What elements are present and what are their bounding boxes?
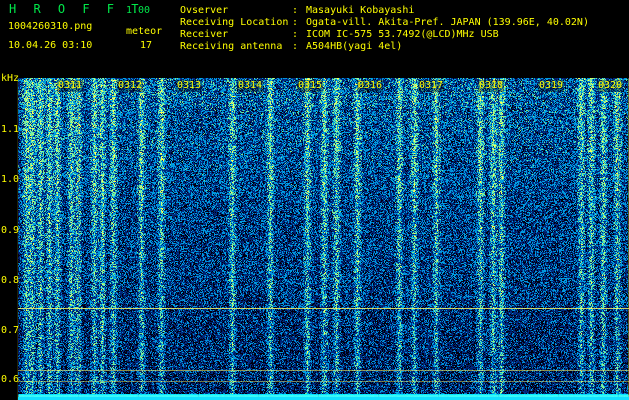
observer-value: Masayuki Kobayashi — [306, 5, 415, 16]
receiver-value: ICOM IC-575 53.7492(@LCD)MHz USB — [306, 29, 499, 40]
x-tick-0312: 0312 — [117, 80, 144, 92]
y-tick-0-7: 0.7 — [1, 325, 20, 336]
observer-label: Ovserver — [180, 5, 229, 16]
y-axis-unit: kHz — [1, 73, 20, 84]
y-tick-0-9: 0.9 — [1, 225, 20, 236]
meteor-label: meteor — [126, 26, 163, 37]
frequency-marker-bottom — [18, 381, 629, 382]
receiver-separator: : — [292, 29, 299, 40]
antenna-label: Receiving antenna — [180, 41, 283, 52]
file-datetime: 10.04.26 03:10 — [8, 40, 93, 51]
frequency-marker-upper — [18, 308, 629, 309]
x-tick-0315: 0315 — [297, 80, 324, 92]
header-panel: H R O F F T 1.00 1004260310.png meteor 1… — [0, 0, 629, 78]
x-tick-0316: 0316 — [357, 80, 384, 92]
x-tick-0314: 0314 — [237, 80, 264, 92]
antenna-separator: : — [292, 41, 299, 52]
x-tick-0319: 0319 — [538, 80, 565, 92]
receiver-label: Receiver — [180, 29, 229, 40]
y-tick-1-0: 1.0 — [1, 174, 20, 185]
file-name: 1004260310.png — [8, 21, 93, 32]
app-version: 1.00 — [126, 5, 151, 16]
x-tick-0311: 0311 — [57, 80, 84, 92]
x-tick-0318: 0318 — [478, 80, 505, 92]
y-tick-0-8: 0.8 — [1, 275, 20, 286]
location-separator: : — [292, 17, 299, 28]
spectrogram-canvas — [18, 78, 629, 400]
y-tick-0-6: 0.6 — [1, 374, 20, 385]
x-tick-0313: 0313 — [176, 80, 203, 92]
x-tick-0317: 0317 — [418, 80, 445, 92]
spectrogram-plot — [18, 78, 629, 400]
observer-separator: : — [292, 5, 299, 16]
frequency-marker-lower — [18, 370, 629, 371]
app-title: H R O F F T — [9, 2, 144, 16]
location-label: Receiving Location — [180, 17, 289, 28]
meteor-count: 17 — [140, 40, 153, 51]
location-value: Ogata-vill. Akita-Pref. JAPAN (139.96E, … — [306, 17, 589, 28]
y-tick-1-1: 1.1 — [1, 124, 20, 135]
x-tick-0320: 0320 — [597, 80, 624, 92]
antenna-value: A504HB(yagi 4el) — [306, 41, 403, 52]
